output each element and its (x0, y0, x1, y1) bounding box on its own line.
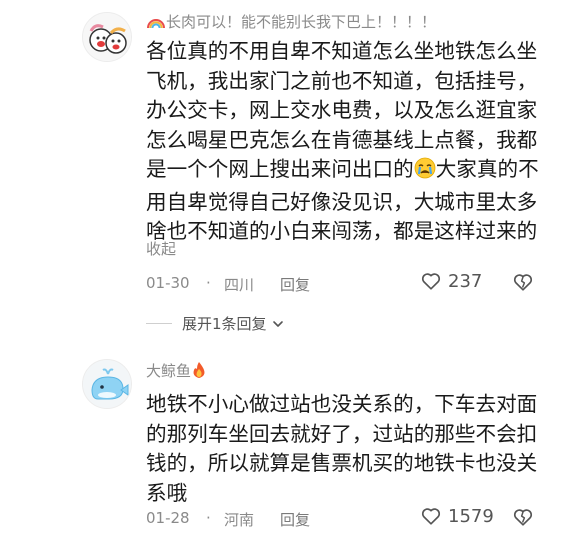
comment-line: 飞机，我出家门之前也不知道，包括挂号， (146, 68, 538, 93)
whale-avatar-icon (83, 360, 131, 408)
like-button[interactable]: 1579 (420, 505, 494, 527)
avatar[interactable] (82, 359, 132, 409)
comment-line: 啥也不知道的小白来闯荡，都是这样过来的 (146, 219, 538, 243)
heart-icon (421, 273, 441, 290)
like-count: 1579 (448, 505, 494, 527)
avatar[interactable] (82, 12, 132, 62)
fire-icon (191, 361, 207, 384)
comment-line: 钱的，所以就算是售票机买的地铁卡也没关 (146, 451, 538, 475)
comment-line-with-emoji: 是一个个网上搜出来问出口的 大家真的不 (146, 155, 571, 188)
cartoon-duo-avatar-icon (83, 13, 131, 61)
comment-line: 办公交卡，网上交水电费，以及怎么逛宜家 (146, 98, 538, 122)
rainbow-icon (146, 14, 166, 35)
comment-line: 地铁不小心做过站也没关系的，下车去对面 (146, 392, 538, 416)
comment-line: 各位真的不用自卑不知道怎么坐地铁怎么坐 (146, 39, 538, 63)
comment-location: 四川 (224, 276, 255, 294)
comment-line: 的那列车坐回去就好了，过站的那些不会扣 (146, 421, 538, 446)
comment-meta: 01-30 · 四川 回复 237 (146, 270, 584, 296)
comment-meta: 01-28 · 河南 回复 1579 (146, 505, 584, 531)
comment-location: 河南 (224, 511, 255, 529)
broken-heart-icon (513, 274, 533, 291)
expand-replies-button[interactable]: 展开1条回复 (146, 313, 285, 334)
comment-line: 怎么喝星巴克怎么在肯德基线上点餐，我都 (146, 127, 538, 152)
chevron-down-icon (272, 320, 283, 327)
comment-date: 01-28 (146, 509, 190, 527)
divider-line (146, 323, 172, 324)
username-text: 大鲸鱼 (146, 362, 192, 380)
reply-button[interactable]: 回复 (280, 274, 310, 295)
dislike-button[interactable] (512, 271, 534, 297)
crying-face-icon (414, 157, 436, 188)
comment-text: 各位真的不用自卑不知道怎么坐地铁怎么坐 飞机，我出家门之前也不知道，包括挂号， … (146, 37, 571, 247)
reply-button[interactable]: 回复 (280, 509, 310, 530)
broken-heart-icon (513, 509, 533, 526)
comment-line-part: 是一个个网上搜出来问出口的 (146, 157, 414, 181)
meta-separator: · (206, 274, 211, 292)
username[interactable]: 大鲸鱼 (146, 361, 207, 384)
comment-text: 地铁不小心做过站也没关系的，下车去对面 的那列车坐回去就好了，过站的那些不会扣 … (146, 390, 571, 508)
heart-icon (421, 508, 441, 525)
comment-line: 用自卑觉得自己好像没见识，大城市里太多 (146, 189, 538, 214)
expand-replies-label: 展开1条回复 (182, 315, 267, 333)
like-count: 237 (448, 270, 483, 292)
collapse-button[interactable]: 收起 (146, 238, 176, 259)
meta-separator: · (206, 509, 211, 527)
username-text: 长肉可以！能不能别长我下巴上！！！！ (166, 13, 437, 31)
like-button[interactable]: 237 (420, 270, 482, 292)
dislike-button[interactable] (512, 506, 534, 532)
comment-date: 01-30 (146, 274, 190, 292)
comment-line: 系哦 (146, 480, 188, 505)
comment-line-part: 大家真的不 (435, 157, 539, 181)
username[interactable]: 长肉可以！能不能别长我下巴上！！！！ (146, 12, 436, 35)
